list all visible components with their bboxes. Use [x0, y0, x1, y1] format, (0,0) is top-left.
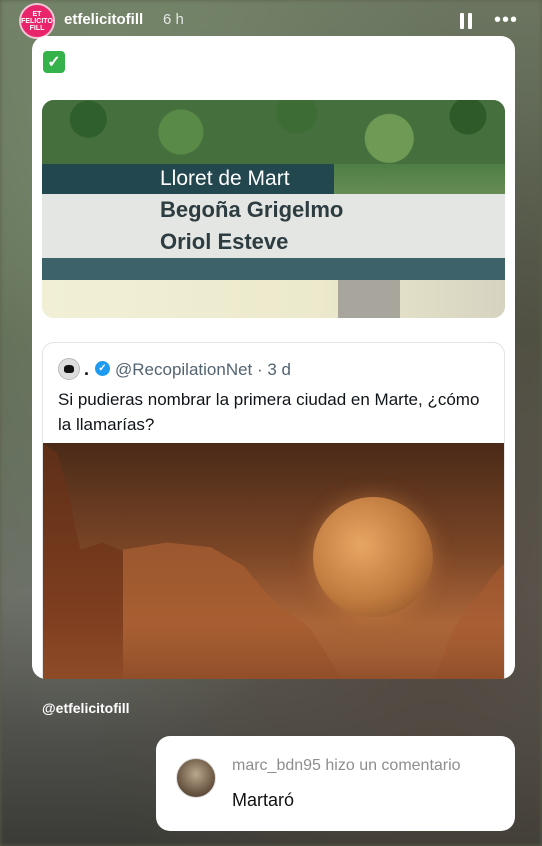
lower-third-name: Oriol Esteve [160, 229, 289, 254]
tweet-text: Si pudieras nombrar la primera ciudad en… [58, 390, 480, 434]
verified-badge-icon: ✓ [95, 361, 110, 376]
trees-background [42, 100, 505, 164]
more-icon[interactable]: ••• [494, 9, 518, 32]
profile-avatar[interactable]: ET FELICITO FILL [19, 3, 55, 39]
shared-post-card[interactable]: ✓ Lloret de Mart Begoña Grigelmo Oriol E… [32, 36, 515, 679]
embedded-tweet[interactable]: . ✓ @RecopilationNet · 3 d Si pudieras n… [42, 342, 505, 679]
comment-title: marc_bdn95 hizo un comentario [232, 757, 461, 774]
comment-text: Martaró [232, 790, 295, 810]
check-icon: ✓ [43, 51, 65, 73]
tweet-author-name[interactable]: . [84, 359, 89, 380]
avatar-logo-text: ET FELICITO FILL [21, 10, 53, 32]
mars-landscape-image [43, 443, 504, 679]
tweet-handle-time[interactable]: @RecopilationNet · 3 d [115, 360, 291, 380]
pole [338, 280, 400, 318]
lower-third-bar [42, 258, 505, 280]
lower-third-place: Lloret de Mart [42, 164, 334, 194]
lower-third-names: Begoña Grigelmo Oriol Esteve [42, 194, 505, 258]
pause-icon[interactable] [460, 13, 472, 29]
ground [43, 623, 504, 679]
tv-screenshot-image: Lloret de Mart Begoña Grigelmo Oriol Est… [42, 100, 505, 318]
username[interactable]: etfelicitofill [64, 11, 143, 28]
planet [313, 497, 433, 617]
tv-bottom-area [42, 280, 505, 318]
comment-sticker[interactable]: marc_bdn95 hizo un comentario Martaró [156, 736, 515, 831]
post-time: 6 h [163, 11, 184, 28]
commenter-avatar[interactable] [176, 758, 216, 798]
tweet-avatar[interactable] [58, 358, 80, 380]
mention-link[interactable]: @etfelicitofill [42, 700, 130, 716]
lower-third-name: Begoña Grigelmo [160, 197, 344, 222]
